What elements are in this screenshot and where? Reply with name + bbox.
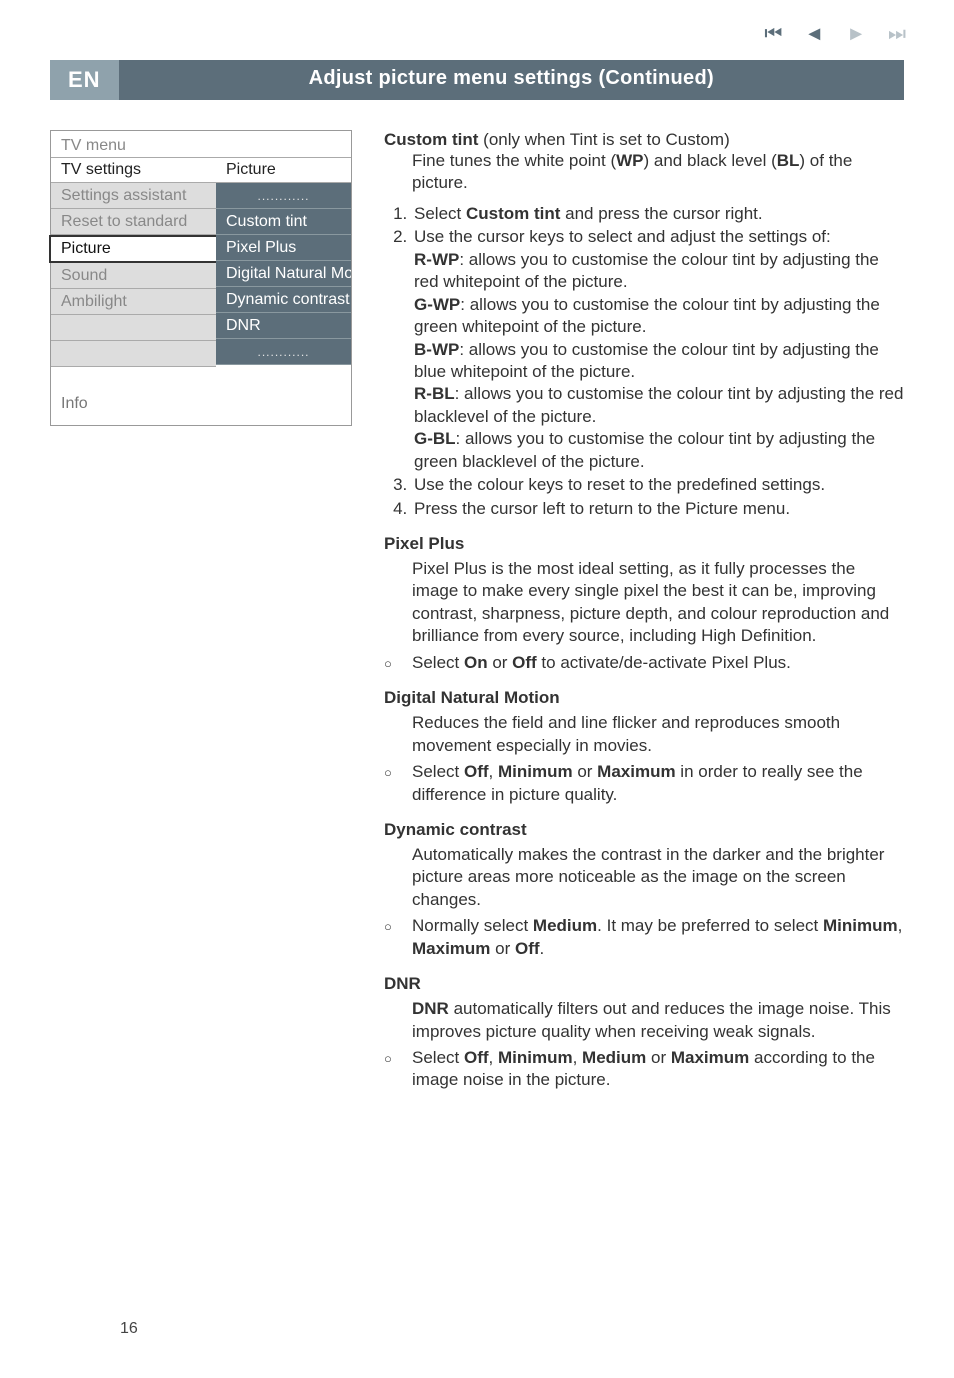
- section-title: Adjust picture menu settings (Continued): [119, 60, 904, 100]
- step-item: Use the cursor keys to select and adjust…: [412, 226, 904, 473]
- menu-left-row: Reset to standard: [51, 209, 216, 235]
- dnm-bullet: ○Select Off, Minimum or Maximum in order…: [384, 761, 904, 806]
- menu-right-dots: ............: [216, 183, 351, 209]
- pixel-plus-bullet: ○Select On or Off to activate/de-activat…: [384, 652, 904, 674]
- dnr-description: DNR automatically filters out and reduce…: [412, 998, 904, 1043]
- dynamic-contrast-description: Automatically makes the contrast in the …: [412, 844, 904, 911]
- menu-right-dots: ............: [216, 339, 351, 365]
- tv-menu-title: TV menu: [51, 131, 351, 157]
- menu-left-row: Sound: [51, 263, 216, 289]
- custom-tint-steps: Select Custom tint and press the cursor …: [404, 203, 904, 520]
- section-header: EN Adjust picture menu settings (Continu…: [50, 60, 904, 100]
- dnr-heading: DNR: [384, 974, 904, 994]
- tv-menu-box: TV menu TV settings Settings assistant R…: [50, 130, 352, 426]
- dynamic-contrast-heading: Dynamic contrast: [384, 820, 904, 840]
- menu-right-row: DNR: [216, 313, 351, 339]
- step-item: Use the colour keys to reset to the pred…: [412, 474, 904, 496]
- dynamic-contrast-bullet: ○Normally select Medium. It may be prefe…: [384, 915, 904, 960]
- menu-right-row: Digital Natural Mo..: [216, 261, 351, 287]
- step-item: Press the cursor left to return to the P…: [412, 498, 904, 520]
- menu-right-row: Custom tint: [216, 209, 351, 235]
- dnr-bullet: ○Select Off, Minimum, Medium or Maximum …: [384, 1047, 904, 1092]
- menu-left-row: Ambilight: [51, 289, 216, 315]
- custom-tint-heading: Custom tint (only when Tint is set to Cu…: [384, 130, 904, 150]
- page-number: 16: [120, 1320, 138, 1338]
- custom-tint-description: Fine tunes the white point (WP) and blac…: [412, 150, 904, 195]
- menu-left-row: [51, 315, 216, 341]
- language-tag: EN: [50, 60, 119, 100]
- menu-right-header: Picture: [216, 157, 351, 183]
- menu-left-row: Settings assistant: [51, 183, 216, 209]
- nav-controls: ⏮ ◄ ► ⏭: [764, 24, 906, 44]
- dnm-description: Reduces the field and line flicker and r…: [412, 712, 904, 757]
- menu-right-row: Pixel Plus: [216, 235, 351, 261]
- menu-info-label: Info: [51, 367, 351, 425]
- step-item: Select Custom tint and press the cursor …: [412, 203, 904, 225]
- menu-left-row: [51, 341, 216, 367]
- nav-play-icon[interactable]: ►: [846, 24, 866, 44]
- pixel-plus-description: Pixel Plus is the most ideal setting, as…: [412, 558, 904, 648]
- menu-left-row-selected: Picture: [49, 235, 216, 263]
- pixel-plus-heading: Pixel Plus: [384, 534, 904, 554]
- nav-prev-icon[interactable]: ◄: [804, 24, 824, 44]
- nav-next-icon[interactable]: ⏭: [888, 24, 906, 44]
- dnm-heading: Digital Natural Motion: [384, 688, 904, 708]
- menu-right-row: Dynamic contrast: [216, 287, 351, 313]
- nav-first-icon[interactable]: ⏮: [764, 24, 782, 44]
- menu-left-header: TV settings: [51, 157, 216, 183]
